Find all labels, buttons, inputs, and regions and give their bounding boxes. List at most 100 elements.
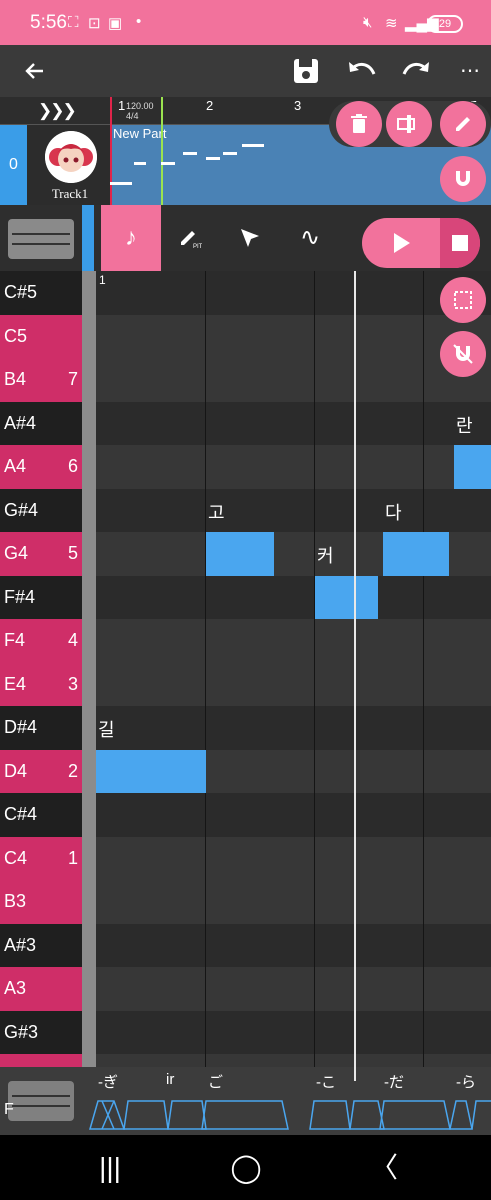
track-index[interactable]: 0 bbox=[0, 125, 27, 205]
time-signature: 4/4 bbox=[126, 111, 139, 121]
notification-dot-icon: • bbox=[136, 13, 142, 30]
more-options-icon[interactable]: ⋯ bbox=[448, 45, 491, 97]
piano-key-name: C#4 bbox=[4, 804, 38, 824]
battery-level: 29 bbox=[438, 18, 452, 30]
piano-key[interactable]: A#4 bbox=[0, 401, 82, 445]
note-block[interactable] bbox=[206, 532, 274, 576]
piano-key[interactable]: A#3 bbox=[0, 923, 82, 967]
piano-key-name: E4 bbox=[4, 673, 27, 694]
piano-key-name: G4 bbox=[4, 543, 29, 563]
edit-part-icon[interactable] bbox=[440, 101, 486, 147]
note-lyric[interactable]: 고 bbox=[208, 499, 225, 525]
part-note-preview bbox=[206, 157, 220, 160]
note-lyric[interactable]: 다 bbox=[385, 499, 402, 525]
piano-key-name: F#4 bbox=[4, 586, 36, 607]
piano-key[interactable]: D#4 bbox=[0, 706, 82, 750]
piano-key-degree: 4 bbox=[67, 630, 78, 650]
piano-key[interactable]: E4 3 bbox=[0, 662, 82, 706]
piano-key[interactable]: F#4 bbox=[0, 575, 82, 619]
piano-key-degree: 2 bbox=[67, 760, 78, 781]
note-mode-icon[interactable]: ♪ bbox=[101, 205, 161, 271]
pitch-pen-icon[interactable]: PIT bbox=[160, 205, 220, 271]
phoneme-label: ご bbox=[208, 1074, 224, 1091]
note-lyric[interactable]: 란 bbox=[456, 412, 473, 438]
grid-row bbox=[96, 401, 491, 445]
expression-menu-button[interactable] bbox=[8, 1081, 74, 1121]
delete-part-icon[interactable] bbox=[336, 101, 382, 147]
curve-mode-icon[interactable]: ∿ bbox=[280, 205, 340, 271]
note-block[interactable] bbox=[315, 575, 378, 619]
wifi-icon: ≋ bbox=[385, 15, 398, 32]
piano-key[interactable]: G#3 bbox=[0, 1010, 82, 1054]
note-lyric[interactable]: 길 bbox=[98, 716, 115, 742]
select-arrow-icon[interactable] bbox=[220, 205, 280, 271]
piano-key[interactable]: G#4 bbox=[0, 488, 82, 532]
grid-row bbox=[96, 358, 491, 402]
beat-line bbox=[314, 271, 315, 1081]
piano-key-name: C5 bbox=[4, 325, 28, 346]
playhead-line[interactable] bbox=[354, 271, 356, 1081]
stop-button[interactable] bbox=[440, 218, 480, 268]
toolbar: ⋯ bbox=[0, 45, 491, 97]
piano-key[interactable]: B3 bbox=[0, 880, 82, 924]
save-icon[interactable] bbox=[284, 45, 328, 97]
piano-key[interactable]: B4 7 bbox=[0, 358, 82, 402]
part-note-preview bbox=[242, 144, 264, 147]
status-bar: 5:56 ⛶ ⊡ ▣ • 🔇︎ ≋ ▂▄▆ 29 bbox=[0, 0, 491, 45]
grid-row bbox=[96, 1010, 491, 1054]
piano-key[interactable]: C#5 bbox=[0, 271, 82, 315]
track-name[interactable]: Track1 bbox=[40, 186, 100, 202]
phoneme-label: -ぎ bbox=[98, 1074, 118, 1091]
piano-key[interactable]: A3 bbox=[0, 967, 82, 1011]
piano-key[interactable]: F4 4 bbox=[0, 619, 82, 663]
note-lyric[interactable]: 커 bbox=[317, 542, 334, 568]
note-block[interactable] bbox=[454, 445, 491, 489]
grid-row bbox=[96, 271, 491, 315]
back-icon[interactable] bbox=[12, 45, 56, 97]
piano-scrollbar[interactable] bbox=[82, 271, 96, 1081]
phoneme-labels: -ぎ ir ご -こ -だ -ら bbox=[96, 1071, 491, 1095]
piano-key-degree: 1 bbox=[67, 847, 78, 868]
box-select-icon[interactable] bbox=[440, 277, 486, 323]
piano-key-name: C4 bbox=[4, 847, 28, 868]
phoneme-label: -こ bbox=[316, 1074, 336, 1091]
play-icon[interactable] bbox=[392, 231, 412, 260]
phoneme-label: -ら bbox=[456, 1074, 476, 1091]
split-part-icon[interactable] bbox=[386, 101, 432, 147]
back-nav-icon[interactable]: 〈 bbox=[354, 1135, 414, 1200]
grid-row bbox=[96, 880, 491, 924]
grid-row bbox=[96, 967, 491, 1011]
piano-key[interactable]: C5 bbox=[0, 314, 82, 358]
redo-icon[interactable] bbox=[394, 45, 438, 97]
piano-key[interactable]: C4 1 bbox=[0, 836, 82, 880]
status-time: 5:56 bbox=[30, 12, 67, 33]
piano-key[interactable]: G4 5 bbox=[0, 532, 82, 576]
piano-key[interactable]: D4 2 bbox=[0, 749, 82, 793]
phoneme-envelopes bbox=[89, 1100, 491, 1130]
loop-start-marker[interactable] bbox=[110, 97, 112, 125]
note-block[interactable] bbox=[383, 532, 449, 576]
snap-off-icon[interactable] bbox=[440, 331, 486, 377]
stop-icon bbox=[452, 235, 468, 251]
note-block[interactable] bbox=[96, 749, 206, 793]
magnet-snap-icon[interactable] bbox=[440, 156, 486, 202]
singer-avatar[interactable] bbox=[45, 131, 97, 183]
undo-icon[interactable] bbox=[340, 45, 384, 97]
gallery-icon: ▣ bbox=[108, 15, 123, 32]
piano-keyboard[interactable]: C#5 C5 B4 7 A#4 A4 6 G#4 G4 5 F#4 F4 4 E4 3 D#4 D4 2 C#4 C4… bbox=[0, 271, 82, 1098]
note-grid[interactable]: 1 길 고커 다 란 bbox=[96, 271, 491, 1081]
track-color-bar bbox=[82, 205, 94, 271]
piano-key[interactable]: C#4 bbox=[0, 793, 82, 837]
battery-icon: 29 bbox=[427, 15, 463, 33]
mute-icon: 🔇︎ bbox=[363, 14, 373, 31]
grid-row bbox=[96, 662, 491, 706]
piano-key[interactable]: A4 6 bbox=[0, 445, 82, 489]
part-note-preview bbox=[161, 162, 175, 165]
expand-tracks-icon[interactable]: ❯❯❯ bbox=[38, 97, 77, 125]
phoneme-strip[interactable]: F -ぎ ir ご -こ -だ -ら bbox=[0, 1067, 491, 1135]
piano-menu-button[interactable] bbox=[8, 219, 74, 259]
piano-key-degree: 6 bbox=[67, 456, 78, 476]
playhead-marker[interactable] bbox=[161, 97, 163, 125]
home-icon[interactable]: ◯ bbox=[216, 1135, 276, 1200]
recent-apps-icon[interactable]: ||| bbox=[80, 1135, 140, 1200]
